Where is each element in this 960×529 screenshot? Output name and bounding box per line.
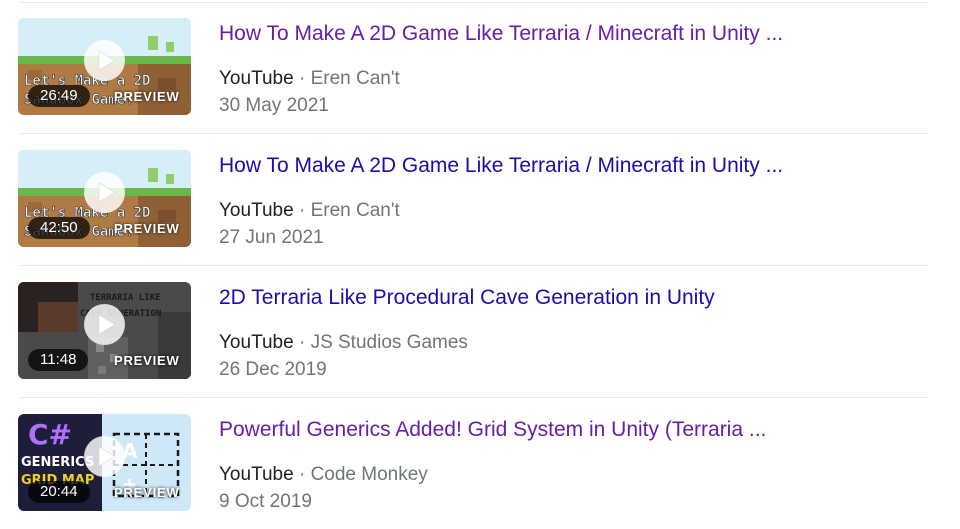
thumbnail-caption: C# bbox=[28, 418, 72, 451]
video-source: YouTube bbox=[219, 464, 294, 485]
preview-label: PREVIEW bbox=[114, 485, 180, 500]
video-source: YouTube bbox=[219, 332, 294, 353]
video-result: TERRARIA LIKE CAVE GENERATION 11:48 PREV… bbox=[0, 265, 960, 398]
preview-label: PREVIEW bbox=[114, 89, 180, 104]
video-result: Let's Make a 2D Sandbox Game! 42:50 PREV… bbox=[0, 133, 960, 266]
meta-separator: · bbox=[298, 200, 306, 221]
meta-separator: · bbox=[298, 464, 306, 485]
play-icon bbox=[98, 446, 116, 467]
video-title-link[interactable]: Powerful Generics Added! Grid System in … bbox=[219, 417, 766, 443]
video-title-link[interactable]: How To Make A 2D Game Like Terraria / Mi… bbox=[219, 153, 783, 179]
play-icon bbox=[98, 182, 116, 203]
play-button[interactable] bbox=[84, 304, 125, 345]
meta-separator: · bbox=[298, 68, 306, 89]
play-icon bbox=[98, 314, 116, 335]
video-result: A + C# GENERICS GRID MAP 20:44 PREVIEW P… bbox=[0, 397, 960, 529]
video-thumbnail[interactable]: A + C# GENERICS GRID MAP 20:44 PREVIEW bbox=[18, 414, 191, 511]
play-icon bbox=[98, 50, 116, 71]
thumbnail-caption: TERRARIA LIKE bbox=[90, 293, 160, 303]
preview-label: PREVIEW bbox=[114, 353, 180, 368]
channel-name: Eren Can't bbox=[310, 68, 400, 89]
publish-date: 30 May 2021 bbox=[219, 95, 329, 116]
duration-badge: 42:50 bbox=[28, 217, 90, 239]
channel-name: Code Monkey bbox=[310, 464, 428, 485]
publish-date: 26 Dec 2019 bbox=[219, 359, 327, 380]
duration-badge: 26:49 bbox=[28, 85, 90, 107]
duration-badge: 11:48 bbox=[28, 349, 89, 371]
preview-label: PREVIEW bbox=[114, 221, 180, 236]
play-button[interactable] bbox=[84, 40, 125, 81]
video-thumbnail[interactable]: TERRARIA LIKE CAVE GENERATION 11:48 PREV… bbox=[18, 282, 191, 379]
publish-date: 9 Oct 2019 bbox=[219, 491, 312, 512]
video-results-list: Let's Make a 2D Sandbox Game! 26:49 PREV… bbox=[0, 0, 960, 528]
channel-name: Eren Can't bbox=[310, 200, 400, 221]
duration-badge: 20:44 bbox=[28, 481, 90, 503]
video-thumbnail[interactable]: Let's Make a 2D Sandbox Game! 26:49 PREV… bbox=[18, 18, 191, 115]
video-result: Let's Make a 2D Sandbox Game! 26:49 PREV… bbox=[0, 1, 960, 134]
channel-name: JS Studios Games bbox=[310, 332, 468, 353]
video-source: YouTube bbox=[219, 200, 294, 221]
publish-date: 27 Jun 2021 bbox=[219, 227, 324, 248]
video-thumbnail[interactable]: Let's Make a 2D Sandbox Game! 42:50 PREV… bbox=[18, 150, 191, 247]
video-meta: YouTube · Eren Can't bbox=[219, 199, 400, 223]
video-title-link[interactable]: 2D Terraria Like Procedural Cave Generat… bbox=[219, 285, 715, 311]
video-source: YouTube bbox=[219, 68, 294, 89]
video-title-link[interactable]: How To Make A 2D Game Like Terraria / Mi… bbox=[219, 21, 783, 47]
play-button[interactable] bbox=[84, 172, 125, 213]
meta-separator: · bbox=[298, 332, 306, 353]
video-meta: YouTube · Eren Can't bbox=[219, 67, 400, 91]
video-meta: YouTube · JS Studios Games bbox=[219, 331, 468, 355]
video-meta: YouTube · Code Monkey bbox=[219, 463, 428, 487]
play-button[interactable] bbox=[84, 436, 125, 477]
